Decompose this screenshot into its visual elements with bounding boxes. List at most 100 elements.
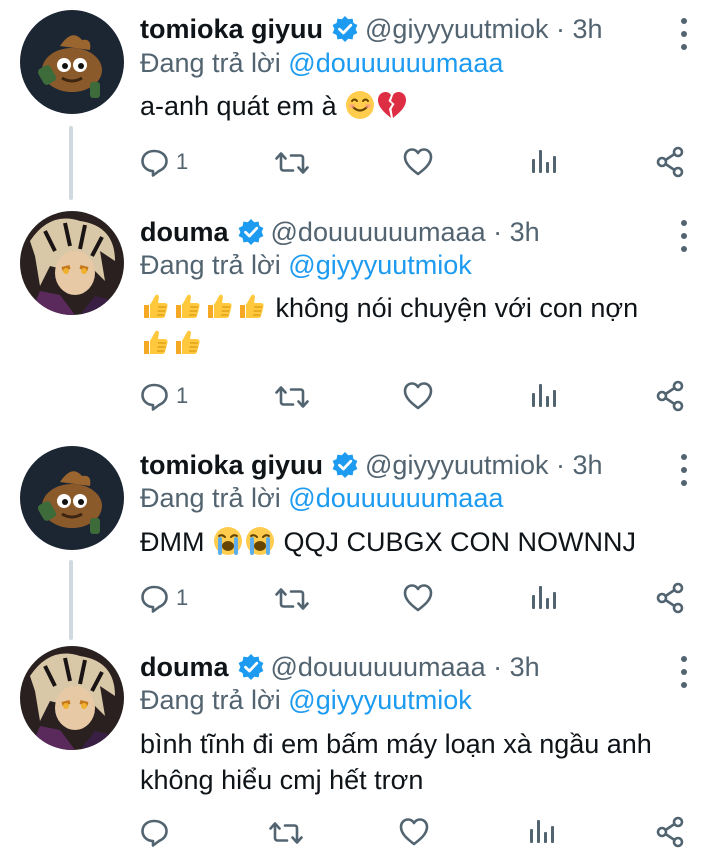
tweet-text-end: QQJ CUBGX CON NOWNNJ (283, 527, 637, 557)
verified-badge-icon (331, 15, 359, 43)
view-stats-button[interactable] (526, 816, 566, 848)
retweet-icon (275, 588, 309, 610)
thumbs-up-emoji-icon (143, 330, 169, 355)
avatar[interactable] (20, 211, 124, 315)
thumbs-up-emoji-icon (143, 294, 169, 319)
reply-count: 1 (176, 383, 189, 408)
heart-icon (403, 382, 432, 410)
thumbs-up-emoji-icon (239, 294, 265, 319)
bar-chart-icon (530, 820, 555, 843)
reply-button[interactable]: 1 (140, 381, 188, 411)
replying-to-line: Đang trả lời @giyyyuutmiok (140, 683, 472, 717)
more-options-icon[interactable] (676, 216, 692, 256)
replying-to-line: Đang trả lời @giyyyuutmiok (140, 248, 472, 282)
reply-icon (141, 383, 168, 411)
reply-button[interactable] (140, 817, 180, 847)
like-button[interactable] (398, 816, 438, 848)
reply-count: 1 (176, 149, 189, 174)
mention-link[interactable]: @douuuuuumaaa (288, 48, 503, 78)
like-button[interactable] (402, 146, 442, 178)
share-button[interactable] (655, 380, 685, 412)
replying-to-line: Đang trả lời @douuuuuumaaa (140, 46, 503, 80)
reply-icon (141, 149, 168, 177)
tweet[interactable]: douma @douuuuuumaaa · 3h Đang trả lời @gi… (0, 636, 720, 862)
tweet-header: tomioka giyuu @giyyyuutmiok · 3h (140, 12, 664, 46)
smiling-face-emoji-icon (345, 89, 376, 121)
timestamp[interactable]: 3h (510, 652, 540, 682)
username-handle[interactable]: @giyyyuutmiok (365, 14, 548, 44)
thumbs-up-emoji-icon (207, 294, 233, 319)
more-options-icon[interactable] (676, 652, 692, 692)
share-button[interactable] (655, 146, 685, 178)
retweet-button[interactable] (268, 816, 309, 848)
replying-to-label: Đang trả lời (140, 250, 281, 280)
thumbs-up-emoji-icon (175, 330, 201, 355)
share-button[interactable] (655, 582, 685, 614)
like-button[interactable] (402, 380, 442, 412)
share-button[interactable] (655, 816, 685, 848)
avatar[interactable] (20, 10, 124, 114)
verified-badge-icon (236, 653, 265, 681)
display-name[interactable]: tomioka giyuu (140, 450, 323, 480)
username-handle[interactable]: @douuuuuumaaa (271, 652, 486, 682)
retweet-button[interactable] (275, 582, 315, 614)
separator-dot: · (556, 450, 565, 480)
view-stats-button[interactable] (528, 146, 568, 178)
more-options-icon[interactable] (676, 450, 692, 490)
retweet-button[interactable] (275, 380, 315, 412)
like-button[interactable] (402, 582, 442, 614)
avatar[interactable] (20, 646, 124, 750)
timestamp[interactable]: 3h (510, 217, 540, 247)
poop-cartoon-avatar-icon (20, 446, 124, 550)
broken-heart-emoji-icon (378, 92, 407, 118)
view-stats-button[interactable] (528, 582, 568, 614)
more-options-icon[interactable] (676, 14, 692, 54)
loudly-crying-emoji-icon (213, 526, 243, 556)
display-name[interactable]: tomioka giyuu (140, 14, 323, 44)
mention-link[interactable]: @giyyyuutmiok (288, 685, 471, 715)
display-name[interactable]: douma (140, 217, 229, 247)
mention-link[interactable]: @douuuuuumaaa (288, 483, 503, 513)
heart-icon (403, 148, 432, 176)
bar-chart-icon (532, 586, 557, 609)
tweet-text: a-anh quát em à (140, 88, 680, 124)
thumbs-up-emoji-icon (175, 294, 201, 319)
view-stats-button[interactable] (528, 380, 568, 412)
separator-dot: · (493, 652, 503, 682)
tweet-text: không nói chuyện với con nợn (140, 290, 680, 362)
share-icon (656, 380, 684, 412)
replying-to-label: Đang trả lời (140, 483, 281, 513)
tweet-actions: 1 (140, 376, 685, 416)
verified-badge-icon (236, 218, 265, 246)
replying-to-line: Đang trả lời @douuuuuumaaa (140, 481, 503, 515)
reply-button[interactable]: 1 (140, 583, 188, 613)
retweet-icon (275, 386, 309, 408)
timestamp[interactable]: 3h (573, 450, 603, 480)
share-icon (656, 582, 684, 614)
separator-dot: · (556, 14, 565, 44)
tweet-actions (140, 812, 685, 852)
tweet[interactable]: tomioka giyuu @giyyyuutmiok · 3h Đang trả… (0, 0, 720, 210)
tweet-text-content: a-anh quát em à (140, 91, 337, 121)
mention-link[interactable]: @giyyyuutmiok (288, 250, 471, 280)
retweet-button[interactable] (275, 146, 315, 178)
username-handle[interactable]: @giyyyuutmiok (365, 450, 548, 480)
anime-character-avatar-icon (20, 646, 124, 750)
tweet-actions: 1 (140, 578, 685, 618)
reply-count: 1 (176, 585, 189, 610)
reply-thread: tomioka giyuu @giyyyuutmiok · 3h Đang trả… (0, 0, 720, 862)
share-icon (656, 146, 684, 178)
reply-button[interactable]: 1 (140, 147, 188, 177)
tweet-text: ĐMM QQJ CUBGX CON NOWNNJ (140, 524, 680, 560)
bar-chart-icon (532, 150, 557, 173)
display-name[interactable]: douma (140, 652, 229, 682)
tweet[interactable]: douma @douuuuuumaaa · 3h Đang trả lời @gi… (0, 210, 720, 436)
username-handle[interactable]: @douuuuuumaaa (271, 217, 486, 247)
avatar[interactable] (20, 446, 124, 550)
retweet-icon (275, 152, 309, 174)
tweet-header: tomioka giyuu @giyyyuutmiok · 3h (140, 448, 664, 482)
timestamp[interactable]: 3h (573, 14, 603, 44)
heart-icon (403, 584, 432, 612)
separator-dot: · (493, 217, 503, 247)
tweet[interactable]: tomioka giyuu @giyyyuutmiok · 3h Đang trả… (0, 436, 720, 636)
